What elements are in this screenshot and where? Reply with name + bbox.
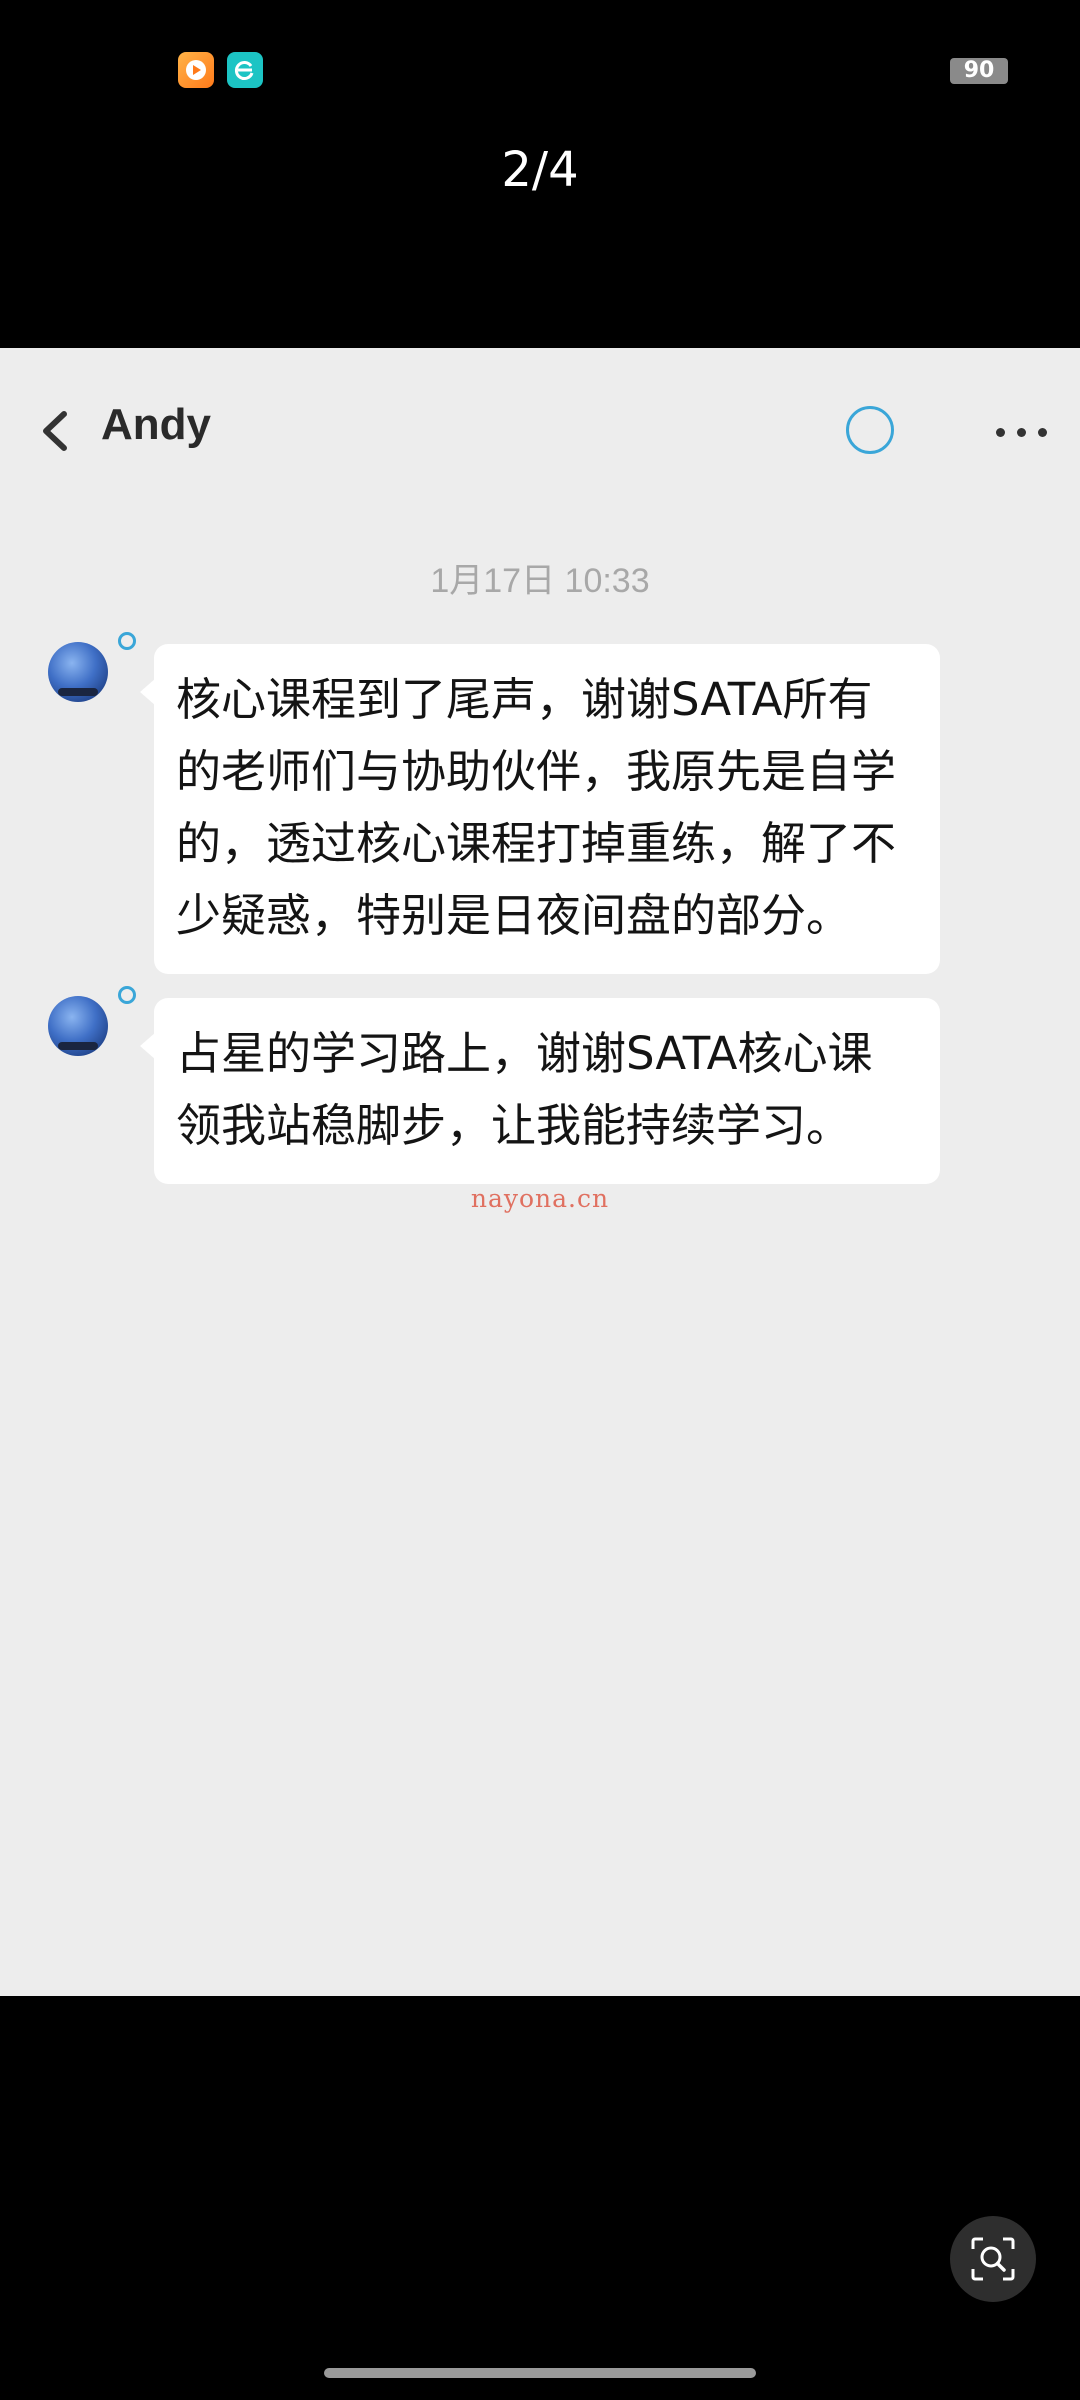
status-bar: 90 [0,0,1080,140]
video-app-icon [178,52,214,88]
status-ring-icon [118,632,136,650]
contact-name: Andy [101,400,211,449]
more-options-icon[interactable] [996,428,1048,440]
message-bubble[interactable]: 占星的学习路上，谢谢SATA核心课 领我站稳脚步，让我能持续学习。 [140,998,940,1184]
browser-app-icon [227,52,263,88]
loading-icon [846,406,894,454]
status-ring-icon [118,986,136,1004]
watermark-text: nayona.cn [470,1184,610,1213]
battery-indicator: 90 [950,58,1008,84]
message-timestamp: 1月17日 10:33 [430,562,650,600]
home-indicator[interactable] [324,2368,756,2378]
avatar[interactable] [48,642,108,702]
page-indicator: 2/4 [501,142,579,198]
message-bubble[interactable]: 核心课程到了尾声，谢谢SATA所有 的老师们与协助伙伴，我原先是自学 的，透过核… [140,644,940,974]
image-search-icon [971,2237,1015,2281]
chat-header: Andy [0,348,1080,478]
chat-screenshot[interactable]: Andy 1月17日 10:33 核心课程到了尾声，谢谢SATA所有 的老师们与… [0,348,1080,1996]
image-search-button[interactable] [950,2216,1036,2302]
avatar[interactable] [48,996,108,1056]
back-arrow-icon[interactable] [36,408,76,454]
